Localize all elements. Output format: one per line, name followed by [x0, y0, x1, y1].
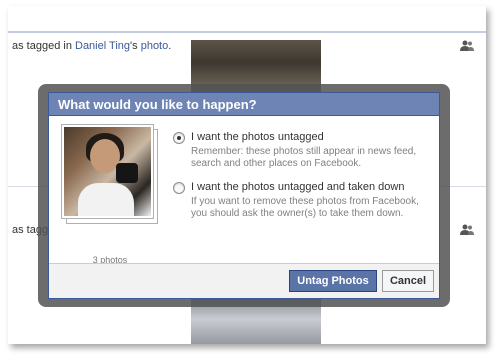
photo-thumbnail [61, 124, 154, 219]
feed-story-1-prefix: as tagged in [12, 40, 75, 52]
photo-link[interactable]: photo [141, 40, 169, 52]
people-icon[interactable] [460, 224, 474, 236]
option-untag-description: Remember: these photos still appear in n… [191, 146, 417, 169]
dialog-footer: Untag Photos Cancel [49, 263, 439, 298]
option-untag-takedown-description: If you want to remove these photos from … [191, 196, 419, 219]
photo-camera-shape [116, 163, 138, 183]
dialog-title: What would you like to happen? [49, 93, 439, 116]
cancel-button[interactable]: Cancel [382, 270, 434, 292]
photo-stack [61, 124, 159, 226]
top-bar [8, 6, 486, 33]
radio-checked-icon[interactable] [173, 132, 185, 144]
untag-photos-button[interactable]: Untag Photos [289, 270, 377, 292]
people-icon[interactable] [460, 40, 474, 52]
photo-image [64, 127, 151, 216]
feed-story-1-text: as tagged in Daniel Ting's photo. [12, 40, 171, 52]
radio-unchecked-icon[interactable] [173, 182, 185, 194]
feed-story-1-period: . [168, 40, 172, 52]
friend-link[interactable]: Daniel Ting [75, 40, 130, 52]
untag-dialog: What would you like to happen? 3 photos … [48, 92, 440, 299]
option-untag-label[interactable]: I want the photos untagged [191, 131, 324, 143]
photo-shirt-shape [78, 183, 134, 216]
option-untag-takedown-label[interactable]: I want the photos untagged and taken dow… [191, 181, 404, 193]
feed-story-1-possessive: 's [130, 40, 141, 52]
dialog-body: 3 photos I want the photos untagged Reme… [49, 116, 439, 265]
